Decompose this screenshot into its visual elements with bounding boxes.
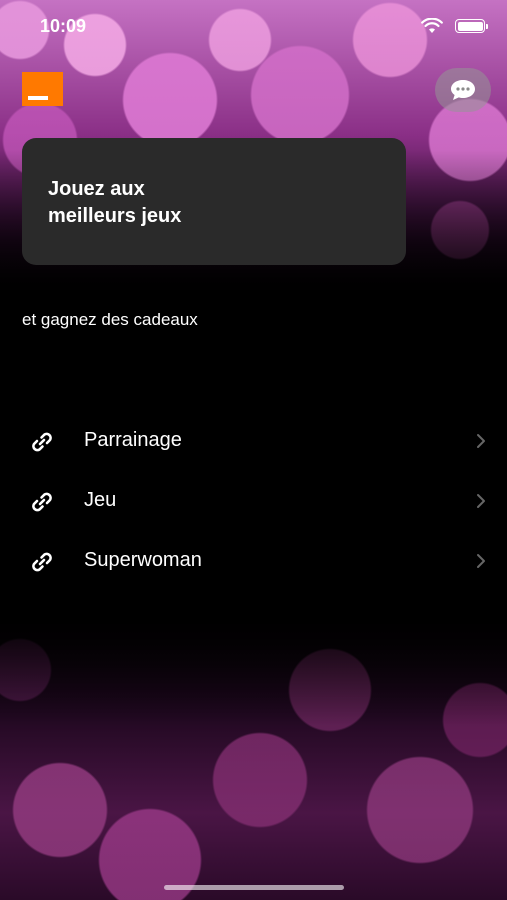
chevron-right-icon — [477, 494, 485, 508]
menu-list: Parrainage Jeu Superwoman — [0, 410, 507, 590]
menu-item-superwoman[interactable]: Superwoman — [0, 530, 507, 590]
menu-item-jeu[interactable]: Jeu — [0, 470, 507, 530]
chevron-right-icon — [477, 434, 485, 448]
link-icon — [32, 552, 52, 572]
status-time: 10:09 — [40, 16, 87, 36]
link-icon — [32, 432, 52, 452]
wifi-icon — [421, 18, 443, 33]
chat-button[interactable] — [435, 68, 491, 112]
promo-title: Jouez aux meilleurs jeux — [48, 178, 182, 227]
status-bar: 10:09 — [0, 0, 507, 54]
background-bokeh-bottom — [0, 610, 507, 900]
orange-logo — [22, 72, 63, 106]
menu-item-parrainage[interactable]: Parrainage — [0, 410, 507, 470]
promo-subtitle: et gagnez des cadeaux — [22, 310, 198, 329]
chat-bubble-icon — [451, 80, 475, 100]
menu-item-label: Parrainage — [84, 429, 182, 451]
battery-icon — [455, 19, 488, 33]
chevron-right-icon — [477, 554, 485, 568]
menu-item-label: Jeu — [84, 489, 117, 511]
menu-item-label: Superwoman — [84, 549, 202, 571]
promo-card[interactable]: Jouez aux meilleurs jeux — [22, 138, 406, 265]
link-icon — [32, 492, 52, 512]
home-indicator[interactable] — [164, 885, 344, 890]
